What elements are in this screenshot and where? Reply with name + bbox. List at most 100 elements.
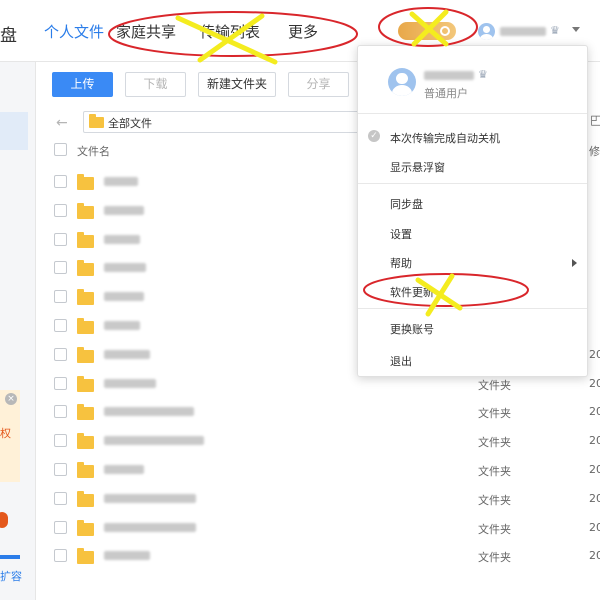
user-avatar[interactable] bbox=[478, 23, 495, 40]
row-checkbox[interactable] bbox=[54, 520, 67, 534]
file-type: 文件夹 bbox=[478, 378, 511, 392]
file-name-redacted[interactable] bbox=[104, 321, 140, 330]
modified-date: 20 bbox=[589, 347, 600, 361]
menu-user-avatar bbox=[388, 68, 416, 96]
folder-icon bbox=[77, 346, 94, 363]
menu-username-redacted bbox=[424, 71, 474, 80]
file-name-redacted[interactable] bbox=[104, 349, 150, 359]
row-checkbox[interactable] bbox=[54, 290, 67, 304]
file-name-redacted[interactable] bbox=[104, 177, 138, 186]
menu-item-settings[interactable]: 设置 bbox=[390, 226, 412, 242]
row-checkbox[interactable] bbox=[54, 491, 67, 505]
upload-button[interactable]: 上传 bbox=[52, 72, 113, 97]
row-checkbox[interactable] bbox=[54, 463, 67, 476]
file-type: 文件夹 bbox=[478, 407, 511, 421]
user-dropdown-menu: ♛ 普通用户 ✓ 本次传输完成自动关机 显示悬浮窗 同步盘 设置 帮助 软件更新… bbox=[357, 45, 588, 377]
folder-icon bbox=[77, 375, 94, 392]
file-name-redacted[interactable] bbox=[104, 407, 194, 417]
file-name-redacted[interactable] bbox=[104, 465, 144, 474]
close-icon[interactable]: × bbox=[5, 393, 17, 405]
crown-icon: ♛ bbox=[550, 24, 560, 37]
row-checkbox[interactable] bbox=[54, 434, 67, 448]
folder-icon bbox=[77, 174, 94, 190]
folder-icon bbox=[77, 462, 94, 478]
file-type: 文件夹 bbox=[478, 436, 511, 450]
tab-more[interactable]: 更多 bbox=[288, 21, 318, 42]
row-checkbox[interactable] bbox=[54, 261, 67, 275]
view-toggle-icon[interactable]: ◰ bbox=[590, 113, 600, 128]
back-arrow-icon[interactable]: ← bbox=[56, 115, 68, 131]
menu-item-switch-account[interactable]: 更换账号 bbox=[390, 321, 434, 337]
file-type: 文件夹 bbox=[478, 493, 511, 507]
tab-personal-files[interactable]: 个人文件 bbox=[44, 21, 104, 42]
folder-icon bbox=[77, 202, 94, 219]
user-dropdown-caret-icon[interactable] bbox=[572, 27, 580, 32]
modified-date: 20 bbox=[589, 376, 600, 390]
menu-item-sync-disk[interactable]: 同步盘 bbox=[390, 196, 423, 212]
file-name-redacted[interactable] bbox=[104, 436, 204, 446]
folder-icon bbox=[77, 289, 94, 306]
storage-progress bbox=[0, 555, 20, 559]
file-type: 文件夹 bbox=[478, 551, 511, 565]
vip-badge[interactable] bbox=[398, 22, 456, 40]
row-checkbox[interactable] bbox=[54, 549, 67, 563]
row-checkbox[interactable] bbox=[54, 319, 67, 332]
file-name-redacted[interactable] bbox=[104, 263, 146, 273]
modified-date: 20 bbox=[589, 434, 600, 448]
sidebar-item-active[interactable] bbox=[0, 112, 28, 150]
app-logo-text: 盘 bbox=[0, 26, 17, 46]
row-checkbox[interactable] bbox=[54, 203, 67, 217]
username-redacted bbox=[500, 27, 546, 36]
folder-icon bbox=[77, 433, 94, 450]
file-name-redacted[interactable] bbox=[104, 493, 196, 503]
row-checkbox[interactable] bbox=[54, 405, 67, 419]
menu-item-logout[interactable]: 退出 bbox=[390, 353, 412, 369]
tab-transfer-list[interactable]: 传输列表 bbox=[200, 21, 260, 42]
menu-item-auto-shutdown[interactable]: 本次传输完成自动关机 bbox=[390, 130, 500, 146]
file-type: 文件夹 bbox=[478, 522, 511, 536]
check-icon: ✓ bbox=[368, 130, 380, 142]
folder-icon bbox=[77, 404, 94, 421]
file-name-redacted[interactable] bbox=[104, 551, 150, 561]
modified-date: 20 bbox=[589, 549, 600, 563]
modified-date: 20 bbox=[589, 520, 600, 534]
select-all-checkbox[interactable] bbox=[54, 143, 67, 156]
menu-divider bbox=[358, 183, 587, 184]
menu-item-software-update[interactable]: 软件更新 bbox=[390, 284, 434, 300]
vip-ring-icon bbox=[440, 26, 450, 36]
file-type: 文件夹 bbox=[478, 465, 511, 478]
row-checkbox[interactable] bbox=[54, 347, 67, 361]
download-button[interactable]: 下载 bbox=[125, 72, 186, 97]
share-button[interactable]: 分享 bbox=[288, 72, 349, 97]
menu-item-float-window[interactable]: 显示悬浮窗 bbox=[390, 159, 445, 175]
modified-date: 20 bbox=[589, 463, 600, 476]
folder-icon bbox=[77, 260, 94, 277]
folder-icon bbox=[77, 490, 94, 507]
menu-divider bbox=[358, 113, 587, 114]
submenu-arrow-icon bbox=[572, 259, 577, 267]
modified-date: 20 bbox=[589, 491, 600, 505]
file-name-redacted[interactable] bbox=[104, 205, 144, 215]
expand-storage-link[interactable]: 扩容 bbox=[0, 568, 22, 584]
file-name-redacted[interactable] bbox=[104, 378, 156, 388]
breadcrumb: 全部文件 bbox=[108, 117, 152, 130]
file-name-redacted[interactable] bbox=[104, 234, 140, 244]
column-header-modified[interactable]: 修 bbox=[589, 143, 600, 159]
tab-family-share[interactable]: 家庭共享 bbox=[116, 21, 176, 42]
promo-bubble-icon bbox=[0, 512, 8, 528]
new-folder-button[interactable]: 新建文件夹 bbox=[198, 72, 276, 97]
row-checkbox[interactable] bbox=[54, 376, 67, 390]
folder-icon bbox=[77, 519, 94, 536]
menu-item-help[interactable]: 帮助 bbox=[390, 255, 412, 271]
folder-icon bbox=[77, 231, 94, 248]
file-name-redacted[interactable] bbox=[104, 292, 144, 302]
promo-text: 权 bbox=[0, 427, 11, 440]
row-checkbox[interactable] bbox=[54, 232, 67, 246]
folder-icon bbox=[89, 114, 104, 128]
menu-crown-icon: ♛ bbox=[478, 68, 488, 81]
row-checkbox[interactable] bbox=[54, 175, 67, 188]
folder-icon bbox=[77, 548, 94, 565]
file-name-redacted[interactable] bbox=[104, 522, 196, 532]
column-header-name[interactable]: 文件名 bbox=[77, 143, 110, 159]
menu-divider bbox=[358, 308, 587, 309]
